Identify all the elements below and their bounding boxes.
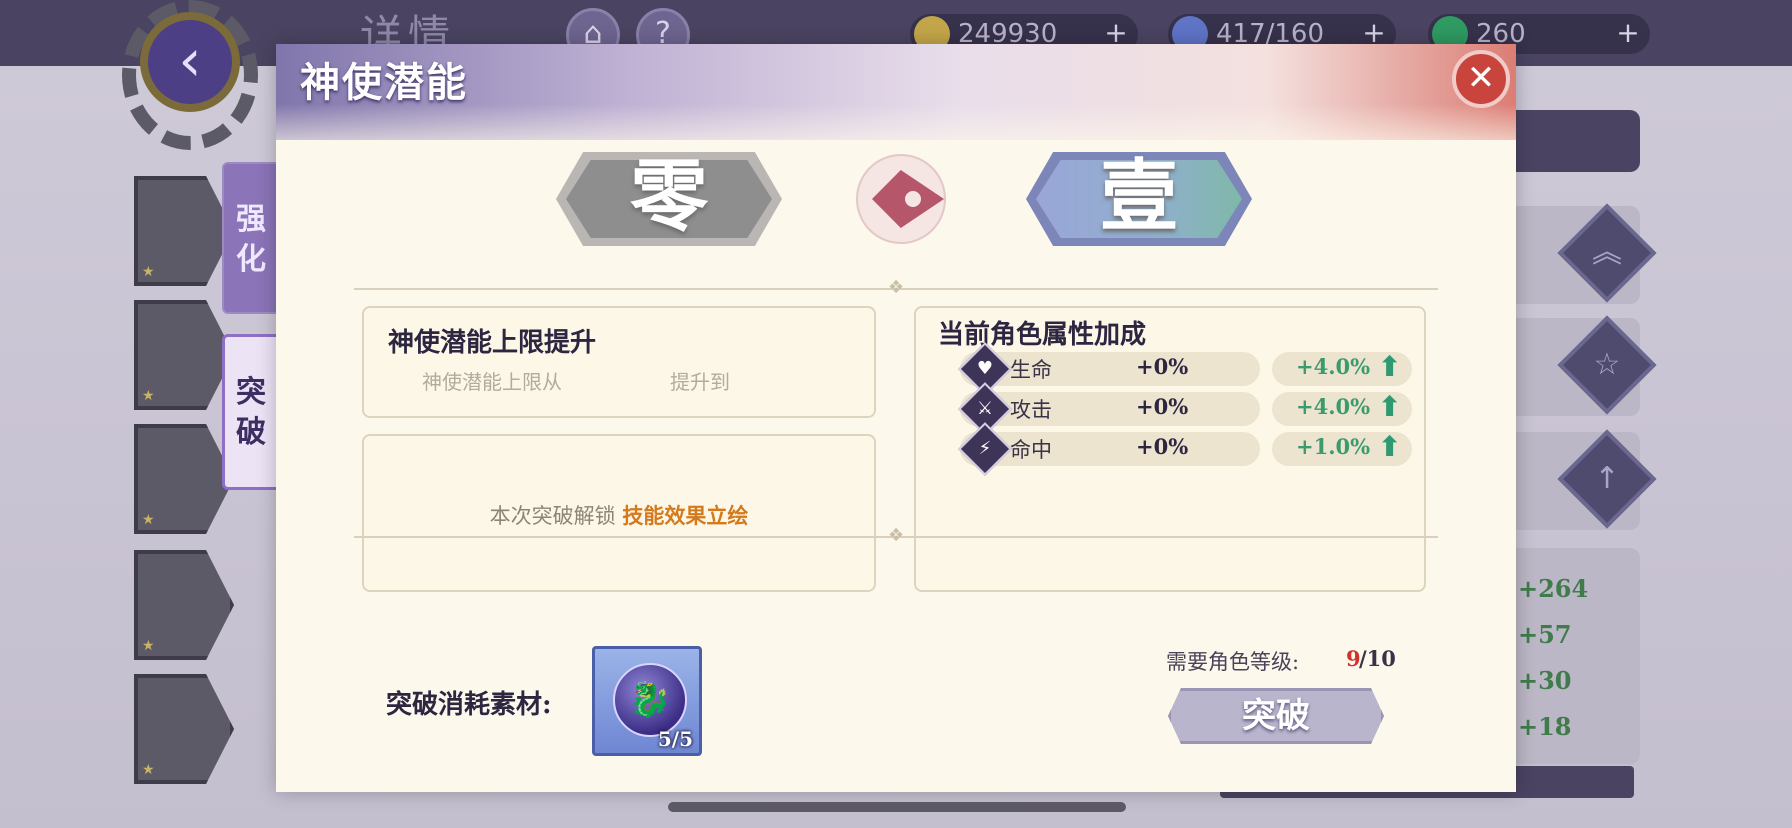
stat-bonus: +30 [1518, 666, 1572, 695]
stat-bonus: +264 [1518, 574, 1589, 603]
attr-current-value: +0% [1136, 354, 1189, 379]
close-icon: ✕ [1466, 58, 1496, 98]
attr-next-value: +1.0% [1296, 434, 1371, 459]
attr-row-hit: ⚡ 命中 +0% +1.0% ⬆ [958, 422, 1412, 476]
star-icon: ★ [142, 762, 155, 778]
arrow-center-dot [902, 188, 924, 210]
requirement-label: 需要角色等级: [1166, 650, 1300, 674]
dragon-glyph: 🐉 [628, 680, 672, 720]
close-button[interactable]: ✕ [1452, 50, 1510, 108]
breakthrough-button[interactable]: 突破 [1168, 688, 1384, 744]
rank-next: 壹 [1026, 152, 1252, 246]
stat-bonus: +57 [1518, 620, 1572, 649]
lightning-glyph: ⚡ [978, 438, 992, 459]
heart-glyph: ♥ [976, 358, 994, 379]
tab-breakthrough-label: 突破 [236, 375, 266, 450]
attribute-panel: 当前角色属性加成 ♥ 生命 +0% +4.0% ⬆ ⚔ 攻击 +0% +4.0%… [914, 306, 1426, 592]
add-jade-button[interactable]: + [1612, 18, 1644, 50]
star-icon: ★ [142, 512, 155, 528]
breakthrough-button-label: 突破 [1242, 696, 1310, 736]
divider-ornament-icon: ❖ [888, 525, 905, 546]
star-icon: ★ [142, 388, 155, 404]
tab-strengthen-label: 强化 [236, 202, 266, 277]
double-chevron-up-icon: ︽ [1592, 235, 1622, 270]
star-icon: ★ [142, 264, 155, 280]
limit-from-text: 神使潜能上限从 [422, 370, 562, 394]
limit-title: 神使潜能上限提升 [388, 328, 597, 358]
star-icon: ☆ [1593, 347, 1621, 382]
potential-dialog: 神使潜能 ✕ 零 壹 ❖ 神使潜能上限提升 神使潜能上限从 提升到 本次突破解锁… [276, 44, 1516, 792]
sword-glyph: ⚔ [976, 398, 994, 419]
unlock-panel: 本次突破解锁 技能效果立绘 [362, 434, 876, 592]
rank-current-label: 零 [629, 151, 708, 242]
limit-panel: 神使潜能上限提升 神使潜能上限从 提升到 [362, 306, 876, 418]
requirement-max-level: /10 [1359, 646, 1396, 671]
attr-current-value: +0% [1136, 434, 1189, 459]
rank-current: 零 [556, 152, 782, 246]
attribute-title: 当前角色属性加成 [938, 320, 1147, 350]
attr-next-value: +4.0% [1296, 354, 1371, 379]
stat-bonus: +18 [1518, 712, 1572, 741]
tab-strengthen[interactable]: 强化 [222, 162, 280, 314]
attr-row-hp: ♥ 生命 +0% +4.0% ⬆ [958, 342, 1412, 396]
divider-ornament-icon: ❖ [888, 277, 905, 298]
star-icon: ★ [142, 638, 155, 654]
attr-name: 命中 [1010, 438, 1052, 462]
unlock-prefix: 本次突破解锁 [489, 504, 616, 528]
attr-name: 攻击 [1010, 398, 1052, 422]
rank-next-label: 壹 [1099, 151, 1178, 242]
back-button[interactable]: ‹ [140, 12, 240, 112]
dialog-title: 神使潜能 [300, 59, 468, 106]
right-header-panel [1500, 110, 1640, 172]
unlock-line: 本次突破解锁 技能效果立绘 [364, 500, 874, 530]
arrow-up-icon: ⬆ [1378, 390, 1402, 423]
arrow-up-icon: ⬆ [1378, 430, 1402, 463]
arrow-up-icon: ↑ [1594, 461, 1620, 496]
material-count: 5/5 [657, 727, 693, 751]
arrow-up-icon: ⬆ [1378, 350, 1402, 383]
attr-next-value: +4.0% [1296, 394, 1371, 419]
tab-breakthrough[interactable]: 突破 [222, 334, 280, 490]
home-indicator[interactable] [668, 802, 1126, 812]
dragon-orb-icon: 🐉 [613, 663, 687, 737]
lightning-icon: ⚡ [958, 422, 1012, 476]
limit-to-text: 提升到 [670, 370, 730, 394]
unlock-highlight: 技能效果立绘 [622, 503, 749, 528]
attr-name: 生命 [1010, 358, 1052, 382]
attr-current-value: +0% [1136, 394, 1189, 419]
attr-row-attack: ⚔ 攻击 +0% +4.0% ⬆ [958, 382, 1412, 436]
material-item[interactable]: 🐉 5/5 [592, 646, 702, 756]
materials-label: 突破消耗素材: [386, 690, 552, 720]
